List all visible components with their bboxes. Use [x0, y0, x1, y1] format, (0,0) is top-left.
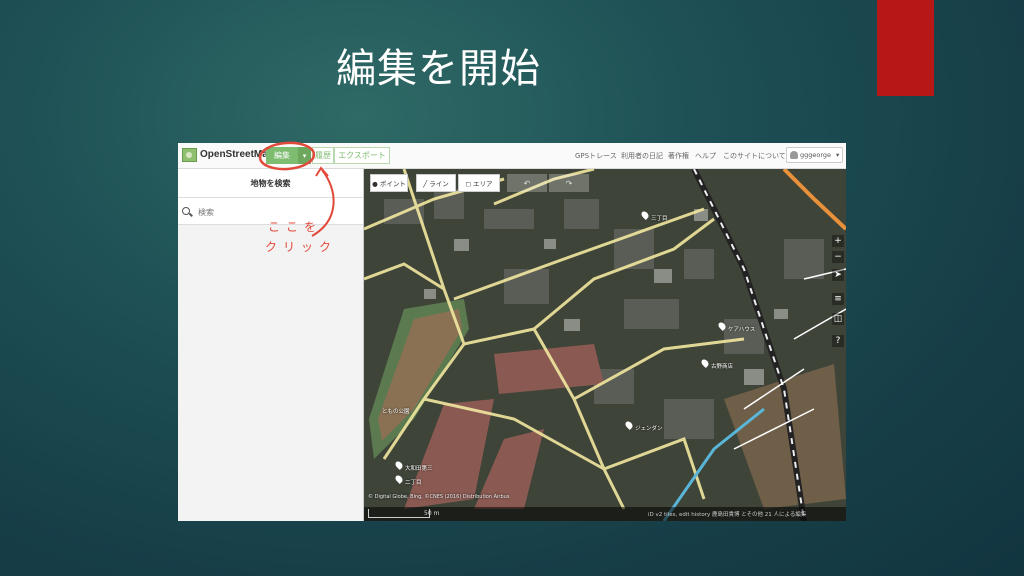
highlight-circle: [258, 141, 316, 171]
annotation-text-line2: クリック: [265, 240, 338, 254]
annotation-overlay: [258, 141, 335, 237]
annotation-text-line1: ここを: [268, 220, 323, 234]
arrow-head-icon: [315, 166, 329, 177]
